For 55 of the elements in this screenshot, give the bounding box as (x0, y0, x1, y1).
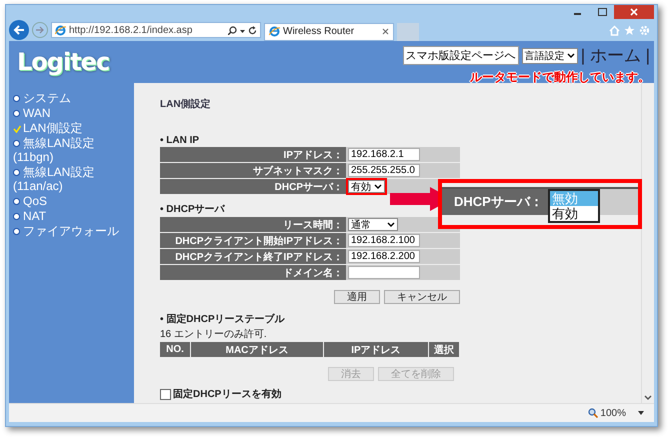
input-field[interactable]: 192.168.2.1 (348, 148, 420, 161)
zoom-icon[interactable] (588, 408, 598, 418)
input-field[interactable]: 255.255.255.0 (348, 164, 420, 177)
field-label: DHCPクライアント開始IPアドレス： (160, 233, 346, 248)
field-label: リース時間： (160, 217, 346, 232)
browser-tab[interactable]: Wireless Router (264, 22, 394, 40)
field-label: サブネットマスク： (160, 163, 346, 178)
field-label: DHCPサーバ： (442, 189, 549, 215)
note-text: 16 エントリーのみ許可. (160, 328, 267, 341)
maximize-icon[interactable] (598, 8, 606, 16)
action-button[interactable]: キャンセル (384, 290, 460, 304)
input-field[interactable]: 192.168.2.200 (348, 250, 420, 263)
refresh-icon[interactable] (248, 26, 257, 34)
section-heading: • LAN IP (160, 135, 200, 146)
caret-icon[interactable] (387, 222, 395, 228)
column-header: IPアドレス (324, 342, 428, 357)
star-icon[interactable] (624, 24, 635, 36)
dropdown-list[interactable]: 無効 有効 (548, 189, 600, 223)
column-header: MACアドレス (191, 342, 323, 357)
caret-icon[interactable] (374, 184, 382, 190)
caret-icon[interactable] (638, 411, 644, 415)
search-icon[interactable] (228, 26, 237, 34)
field-label: DHCPサーバ： (160, 179, 346, 194)
back-button[interactable] (9, 20, 29, 40)
field-label: ドメイン名： (160, 265, 346, 280)
input-field[interactable] (348, 266, 420, 279)
home-link[interactable]: | ホーム | (580, 44, 650, 67)
section-heading: • 固定DHCPリーステーブル (160, 312, 285, 326)
caret-icon[interactable] (566, 52, 575, 58)
column-header: NO. (160, 342, 190, 357)
address-bar[interactable]: http://192.168.2.1/index.asp (51, 22, 261, 38)
close-icon[interactable] (382, 28, 389, 35)
page-title: LAN側設定 (160, 97, 211, 111)
scrollbar[interactable] (641, 83, 654, 403)
dropdown-option[interactable]: 有効 (550, 206, 598, 221)
mode-status: ルータモードで動作しています。 (470, 69, 650, 86)
field-label: DHCPクライアント終了IPアドレス： (160, 249, 346, 264)
browser-icon (55, 24, 66, 36)
section-heading: • DHCPサーバ (160, 203, 225, 216)
field-label: IPアドレス： (160, 147, 346, 162)
input-field[interactable]: 192.168.2.100 (348, 234, 420, 247)
logo: Logitec (17, 48, 110, 76)
smartphone-settings-button[interactable]: スマホ版設定ページへ (402, 46, 519, 65)
checkbox[interactable] (160, 388, 171, 400)
close-button[interactable] (614, 5, 654, 19)
select-field[interactable]: 有効 (348, 180, 385, 193)
scroll-down-icon[interactable] (644, 395, 652, 401)
zoom-level[interactable]: 100% (600, 408, 626, 418)
back-arrow-icon[interactable] (13, 25, 25, 35)
language-select[interactable]: 言語設定 (522, 48, 578, 64)
browser-icon (269, 26, 280, 37)
action-button[interactable]: 適用 (334, 290, 380, 304)
column-header: 選択 (429, 342, 459, 357)
checkbox-label: 固定DHCPリースを有効 (173, 387, 282, 401)
select-field[interactable]: 通常 (348, 218, 398, 231)
